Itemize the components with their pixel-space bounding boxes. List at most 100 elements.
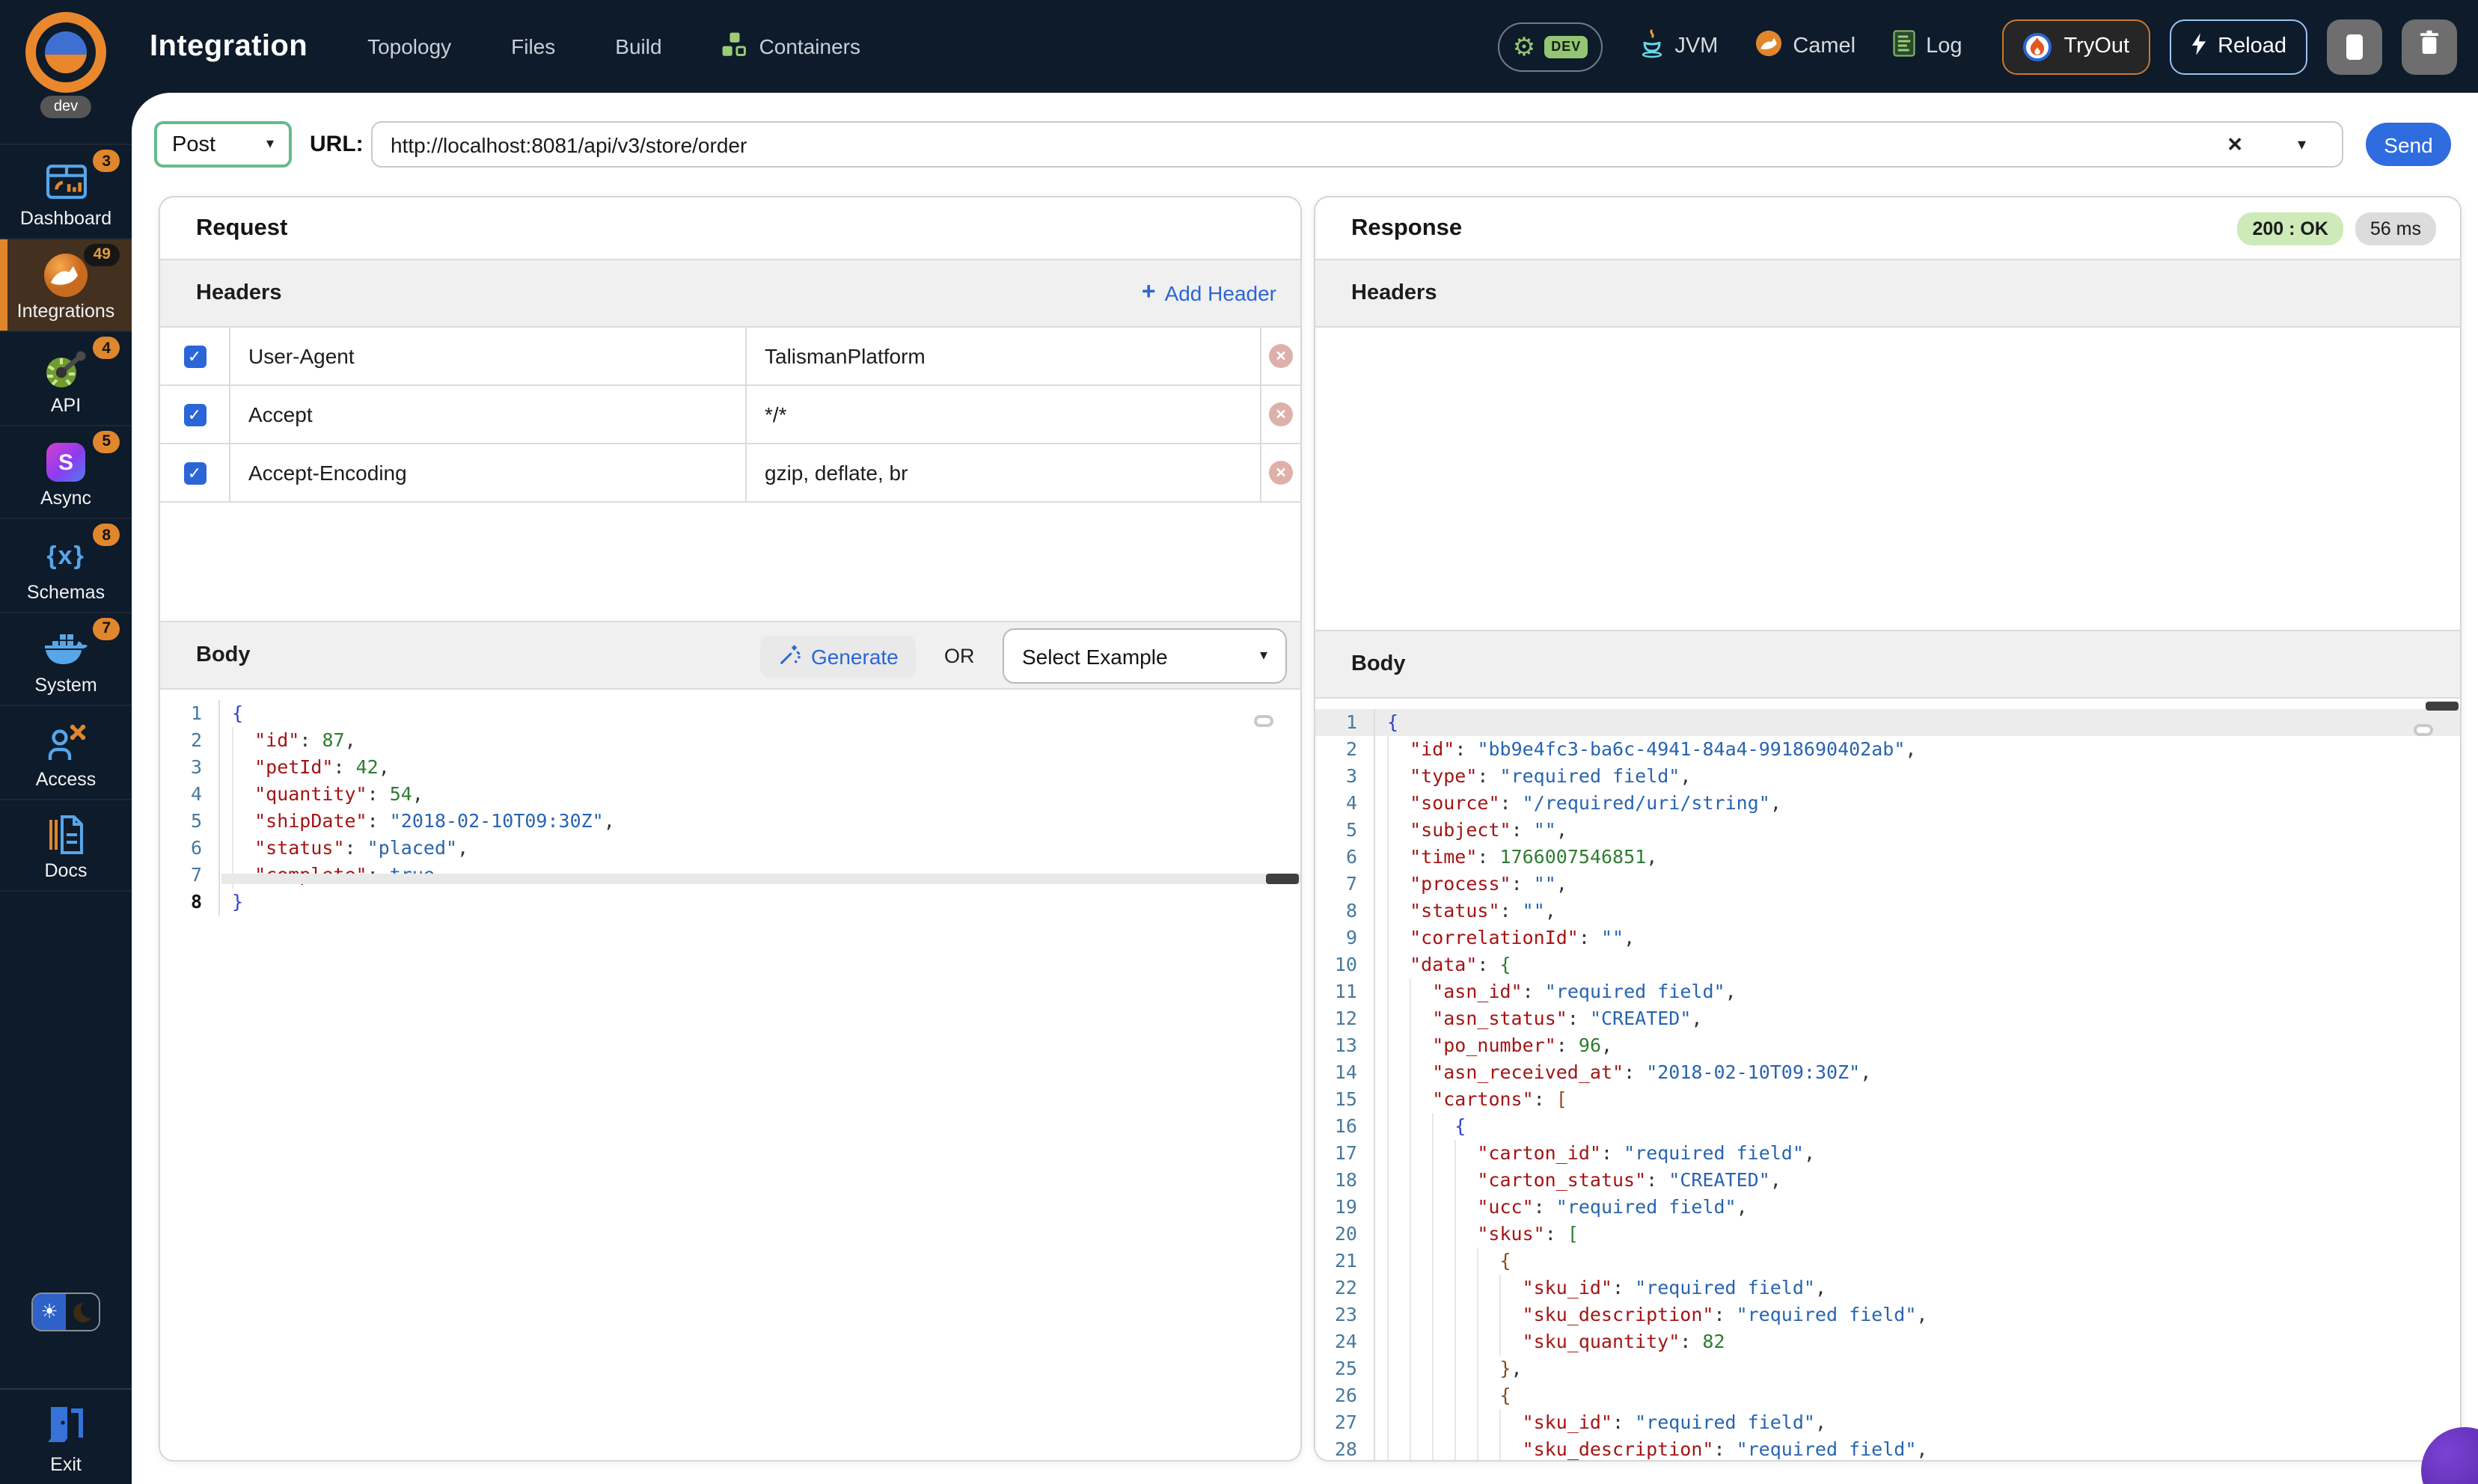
trash-icon [2418, 30, 2441, 63]
header-name-cell[interactable]: Accept-Encoding [229, 444, 745, 501]
line-number: 6 [160, 835, 220, 862]
scrollbar-thumb[interactable] [1266, 874, 1299, 884]
tryout-button[interactable]: TryOut [2003, 19, 2151, 74]
delete-header-button[interactable]: ✕ [1269, 344, 1293, 368]
line-number: 20 [1315, 1221, 1375, 1248]
url-input[interactable]: http://localhost:8081/api/v3/store/order… [371, 121, 2343, 168]
page-title: Integration [150, 29, 308, 64]
editor-annotation-marker [2414, 724, 2433, 736]
request-panel: Request Headers + Add Header ✓ User-Agen… [159, 196, 1302, 1462]
nav-item-containers[interactable]: Containers [722, 31, 860, 62]
line-number: 28 [1315, 1436, 1375, 1460]
plus-icon: + [1142, 280, 1156, 307]
code-line: 8"status": "", [1315, 898, 2460, 925]
line-number: 2 [160, 727, 220, 754]
header-value-cell[interactable]: */* [745, 386, 1260, 443]
response-headers-bar: Headers [1315, 259, 2460, 328]
dev-mode-pill[interactable]: ⚙ DEV [1498, 22, 1603, 71]
horizontal-scrollbar[interactable] [221, 874, 1300, 884]
response-panel: Response 200 : OK 56 ms Headers Body 1{2… [1314, 196, 2462, 1462]
code-line: 2"id": "bb9e4fc3-ba6c-4941-84a4-99186904… [1315, 736, 2460, 763]
check-icon: ✓ [188, 346, 201, 366]
nav-item-topology[interactable]: Topology [367, 34, 451, 58]
api-count-badge: 4 [93, 337, 120, 359]
sidebar-item-api[interactable]: 4 API [0, 331, 132, 424]
clear-url-icon[interactable]: ✕ [2227, 132, 2243, 156]
sidebar-item-docs[interactable]: Docs [0, 798, 132, 892]
nav-item-files[interactable]: Files [511, 34, 555, 58]
generate-button[interactable]: Generate [760, 636, 917, 678]
delete-button[interactable] [2402, 19, 2457, 74]
code-line: 5"shipDate": "2018-02-10T09:30Z", [160, 808, 1300, 835]
sidebar-item-schemas[interactable]: 8 {x} Schemas [0, 518, 132, 611]
header-value-cell[interactable]: gzip, deflate, br [745, 444, 1260, 501]
send-button[interactable]: Send [2366, 123, 2451, 166]
camel-icon [1755, 30, 1782, 63]
table-row: ✓ Accept */* ✕ [160, 386, 1300, 444]
docs-icon [46, 814, 86, 856]
line-number: 1 [160, 700, 220, 727]
http-method-select[interactable]: Post ▾ [154, 121, 292, 168]
schemas-icon: {x} [46, 535, 85, 577]
nav-item-log[interactable]: Log [1893, 30, 1962, 63]
request-body-editor[interactable]: 1{2"id": 87,3"petId": 42,4"quantity": 54… [160, 691, 1300, 1460]
header-name-cell[interactable]: User-Agent [229, 328, 745, 384]
request-headers-bar: Headers + Add Header [160, 259, 1300, 328]
code-line: 27"sku_id": "required field", [1315, 1409, 2460, 1436]
sidebar-item-async[interactable]: 5 S Async [0, 424, 132, 518]
sidebar-item-integrations[interactable]: 49 Integrations [0, 237, 132, 331]
line-number: 8 [160, 889, 220, 916]
sidebar-item-exit[interactable]: Exit [0, 1388, 132, 1475]
sun-icon: ☀ [33, 1294, 66, 1330]
line-number: 11 [1315, 978, 1375, 1005]
url-history-chevron-icon[interactable]: ▾ [2298, 135, 2306, 154]
line-number: 15 [1315, 1086, 1375, 1113]
reload-button[interactable]: Reload [2170, 19, 2307, 74]
response-title: Response [1351, 215, 1462, 242]
integrations-camel-icon [43, 254, 88, 296]
stop-icon [2346, 34, 2363, 59]
sidebar: dev 3 Dashboard 49 Integrations 4 [0, 0, 132, 1484]
header-name-cell[interactable]: Accept [229, 386, 745, 443]
line-number: 4 [160, 781, 220, 808]
moon-icon [66, 1294, 99, 1330]
sidebar-item-dashboard[interactable]: 3 Dashboard [0, 144, 132, 237]
nav-item-jvm[interactable]: JVM [1640, 28, 1718, 64]
api-icon [45, 348, 87, 390]
header-enabled-checkbox[interactable]: ✓ [183, 345, 206, 367]
line-number: 4 [1315, 790, 1375, 817]
header-enabled-checkbox[interactable]: ✓ [183, 403, 206, 426]
code-line: 9"correlationId": "", [1315, 925, 2460, 951]
app-root: Integration Topology Files Build Contain… [0, 0, 2478, 1484]
scrollbar-thumb[interactable] [2426, 702, 2459, 711]
sidebar-item-access[interactable]: Access [0, 705, 132, 798]
code-line: 2"id": 87, [160, 727, 1300, 754]
nav-item-camel[interactable]: Camel [1755, 30, 1856, 63]
code-line: 18"carton_status": "CREATED", [1315, 1167, 2460, 1194]
code-line: 6"time": 1766007546851, [1315, 844, 2460, 871]
code-line: 6"status": "placed", [160, 835, 1300, 862]
response-time-badge: 56 ms [2355, 212, 2436, 245]
code-line: 28"sku_description": "required field", [1315, 1436, 2460, 1460]
select-example-dropdown[interactable]: Select Example ▾ [1003, 628, 1287, 684]
exit-door-icon [45, 1403, 87, 1450]
code-line: 4"source": "/required/uri/string", [1315, 790, 2460, 817]
response-body-editor[interactable]: 1{2"id": "bb9e4fc3-ba6c-4941-84a4-991869… [1315, 700, 2460, 1460]
table-row: ✓ Accept-Encoding gzip, deflate, br ✕ [160, 444, 1300, 503]
line-number: 7 [1315, 871, 1375, 898]
request-title: Request [196, 215, 287, 242]
code-line: 10"data": { [1315, 951, 2460, 978]
header-value-cell[interactable]: TalismanPlatform [745, 328, 1260, 384]
line-number: 10 [1315, 951, 1375, 978]
theme-toggle[interactable]: ☀ [31, 1293, 100, 1331]
nav-item-build[interactable]: Build [615, 34, 661, 58]
line-number: 21 [1315, 1248, 1375, 1275]
delete-header-button[interactable]: ✕ [1269, 402, 1293, 426]
delete-header-button[interactable]: ✕ [1269, 461, 1293, 485]
header-enabled-checkbox[interactable]: ✓ [183, 462, 206, 484]
line-number: 26 [1315, 1382, 1375, 1409]
line-number: 2 [1315, 736, 1375, 763]
stop-button[interactable] [2327, 19, 2382, 74]
add-header-button[interactable]: + Add Header [1142, 280, 1276, 307]
sidebar-item-system[interactable]: 7 System [0, 611, 132, 705]
